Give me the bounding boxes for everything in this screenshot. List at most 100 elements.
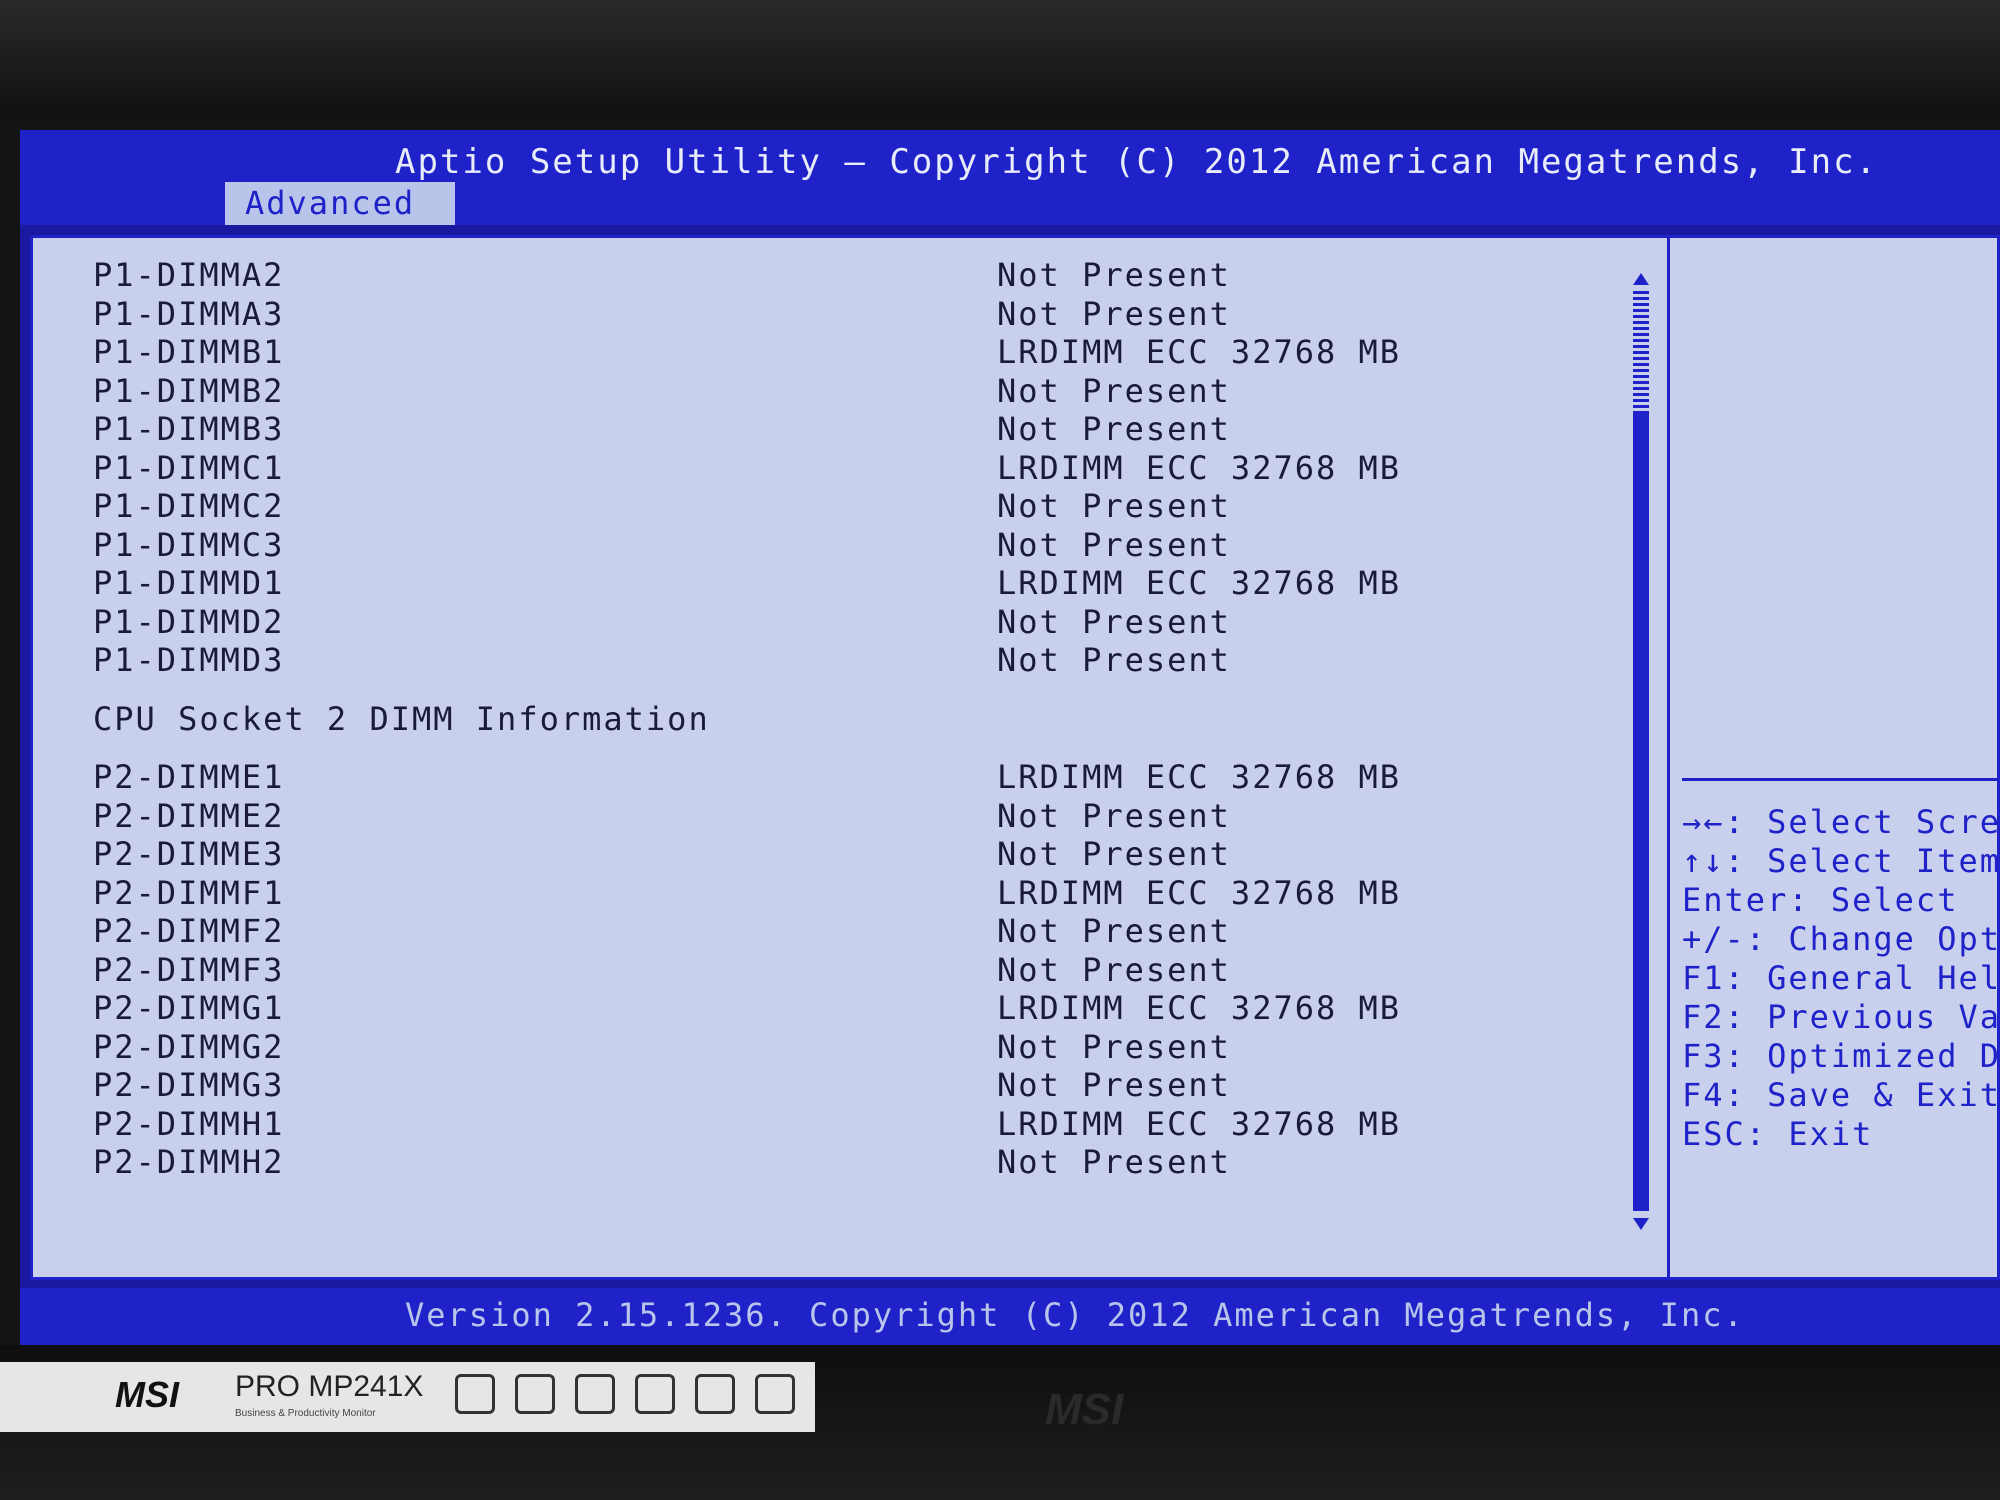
dimm-slot-value: Not Present [997,1143,1231,1181]
dimm-slot-label: P1-DIMMC3 [93,525,285,564]
dimm-slot-value: Not Present [997,950,1231,989]
dimm-slot-label: P2-DIMME2 [93,796,285,835]
dimm-slot-value: Not Present [997,912,1231,950]
dimm-row[interactable]: P1-DIMMC2 Not Present [93,487,1593,526]
dimm-row[interactable]: P1-DIMMD2 Not Present [93,603,1593,642]
dimm-slot-value: Not Present [997,641,1231,679]
dimm-slot-value: LRDIMM ECC 32768 MB [997,989,1402,1027]
dimm-row[interactable]: P1-DIMMC3 Not Present [93,526,1593,565]
dimm-slot-label: P1-DIMMB3 [93,410,285,448]
scroll-up-icon[interactable] [1633,273,1649,285]
dimm-row[interactable]: P2-DIMMF3 Not Present [93,951,1593,990]
dimm-slot-label: P2-DIMMG1 [93,989,285,1027]
dimm-slot-label: P1-DIMMD3 [93,641,285,679]
scroll-down-icon[interactable] [1633,1218,1649,1230]
dimm-slot-label: P1-DIMMB2 [93,371,285,410]
key-help-item: →←: Select Scre [1682,803,2000,841]
dimm-slot-label: P1-DIMMA3 [93,294,285,333]
key-help-item: ESC: Exit [1682,1115,1874,1153]
sticker-brand: MSI [115,1374,180,1415]
dimm-slot-label: P2-DIMMG3 [93,1066,285,1104]
dimm-row[interactable]: P1-DIMMD3 Not Present [93,641,1593,680]
refresh-rate-icon [635,1374,675,1414]
window-title: Aptio Setup Utility – Copyright (C) 2012… [395,142,1879,182]
qr-code-icon [755,1374,795,1414]
dimm-row[interactable]: P1-DIMMB1 LRDIMM ECC 32768 MB [93,333,1593,372]
dimm-slot-label: P1-DIMMB1 [93,333,285,371]
scrollbar[interactable] [1631,273,1651,1233]
dimm-slot-label: P1-DIMMA2 [93,256,285,294]
dimm-row[interactable]: P2-DIMMF1 LRDIMM ECC 32768 MB [93,874,1593,913]
dimm-row[interactable]: P1-DIMMA3 Not Present [93,295,1593,334]
sticker-tagline: Business & Productivity Monitor [235,1408,376,1419]
dimm-slot-value: Not Present [997,796,1231,835]
dimm-slot-value: LRDIMM ECC 32768 MB [997,758,1402,796]
sticker-model: PRO MP241X [235,1370,424,1403]
dimm-row[interactable]: P2-DIMMG2 Not Present [93,1028,1593,1067]
dimm-slot-label: P1-DIMMC2 [93,487,285,525]
key-help-item: F3: Optimized D [1682,1037,2000,1075]
dimm-slot-label: P2-DIMMH2 [93,1143,285,1181]
bezel-brand: MSI [1045,1385,1124,1434]
dimm-slot-value: LRDIMM ECC 32768 MB [997,873,1402,912]
key-help-item: F2: Previous Va [1682,998,2000,1036]
dimm-slot-value: Not Present [997,371,1231,410]
dimm-row[interactable]: P1-DIMMA2 Not Present [93,256,1593,295]
monitor-sticker: MSI PRO MP241X Business & Productivity M… [0,1362,815,1432]
monitor-bezel-top [0,0,2000,120]
dimm-list: P1-DIMMA2 Not Present P1-DIMMA3 Not Present… [93,256,1593,1182]
dimm-slot-label: P2-DIMME1 [93,758,285,796]
dimm-slot-label: P1-DIMMC1 [93,448,285,487]
title-bar: Aptio Setup Utility – Copyright (C) 2012… [20,130,2000,225]
main-panel: P1-DIMMA2 Not Present P1-DIMMA3 Not Present… [30,235,1670,1280]
dimm-row[interactable]: P1-DIMMC1 LRDIMM ECC 32768 MB [93,449,1593,488]
help-divider [1682,778,2000,781]
key-help-item: Enter: Select [1682,881,1959,919]
footer-bar: Version 2.15.1236. Copyright (C) 2012 Am… [20,1288,2000,1345]
dimm-row[interactable]: P2-DIMME1 LRDIMM ECC 32768 MB [93,758,1593,797]
dimm-row[interactable]: P2-DIMMG1 LRDIMM ECC 32768 MB [93,989,1593,1028]
dimm-row[interactable]: P2-DIMMH2 Not Present [93,1143,1593,1182]
dimm-row[interactable]: P2-DIMMH1 LRDIMM ECC 32768 MB [93,1105,1593,1144]
dimm-slot-value: Not Present [997,487,1231,525]
dimm-row[interactable]: P2-DIMME3 Not Present [93,835,1593,874]
bios-screen: Aptio Setup Utility – Copyright (C) 2012… [20,130,2000,1345]
dimm-slot-label: P1-DIMMD2 [93,602,285,641]
dimm-slot-label: P2-DIMMF3 [93,950,285,989]
key-help-item: +/-: Change Opt [1682,920,2000,958]
dimm-slot-value: LRDIMM ECC 32768 MB [997,564,1402,602]
help-panel: →←: Select Scre ↑↓: Select Item Enter: Sel… [1670,235,2000,1280]
dimm-slot-value: Not Present [997,1066,1231,1104]
dimm-row[interactable]: P1-DIMMB3 Not Present [93,410,1593,449]
key-help-item: F4: Save & Exit [1682,1076,2000,1114]
dimm-slot-label: P2-DIMMF2 [93,912,285,950]
version-text: Version 2.15.1236. Copyright (C) 2012 Am… [405,1296,1745,1334]
dimm-slot-value: Not Present [997,835,1231,873]
section-heading: CPU Socket 2 DIMM Information [93,699,710,738]
dimm-slot-value: Not Present [997,410,1231,448]
dimm-slot-value: Not Present [997,294,1231,333]
scroll-track-fill [1633,411,1649,1211]
dimm-slot-label: P2-DIMME3 [93,835,285,873]
dimm-slot-value: LRDIMM ECC 32768 MB [997,1104,1402,1143]
dimm-slot-label: P2-DIMMF1 [93,873,285,912]
dimm-slot-value: Not Present [997,256,1231,294]
dimm-row[interactable]: P2-DIMMF2 Not Present [93,912,1593,951]
tab-advanced[interactable]: Advanced [225,182,455,225]
sticker-feature-icons [455,1374,795,1414]
dimm-row[interactable]: P2-DIMMG3 Not Present [93,1066,1593,1105]
dimm-slot-label: P1-DIMMD1 [93,564,285,602]
key-help-item: ↑↓: Select Item [1682,842,2000,880]
dimm-slot-value: Not Present [997,1027,1231,1066]
dimm-slot-value: Not Present [997,602,1231,641]
eye-care-icon [455,1374,495,1414]
dimm-slot-value: Not Present [997,525,1231,564]
scroll-thumb[interactable] [1633,291,1649,411]
dimm-slot-label: P2-DIMMH1 [93,1104,285,1143]
dimm-row[interactable]: P1-DIMMD1 LRDIMM ECC 32768 MB [93,564,1593,603]
display-kit-icon [695,1374,735,1414]
key-help-list: →←: Select Scre ↑↓: Select Item Enter: Sel… [1682,803,2000,1154]
dimm-row[interactable]: P1-DIMMB2 Not Present [93,372,1593,411]
anti-flicker-icon [515,1374,555,1414]
dimm-row[interactable]: P2-DIMME2 Not Present [93,797,1593,836]
